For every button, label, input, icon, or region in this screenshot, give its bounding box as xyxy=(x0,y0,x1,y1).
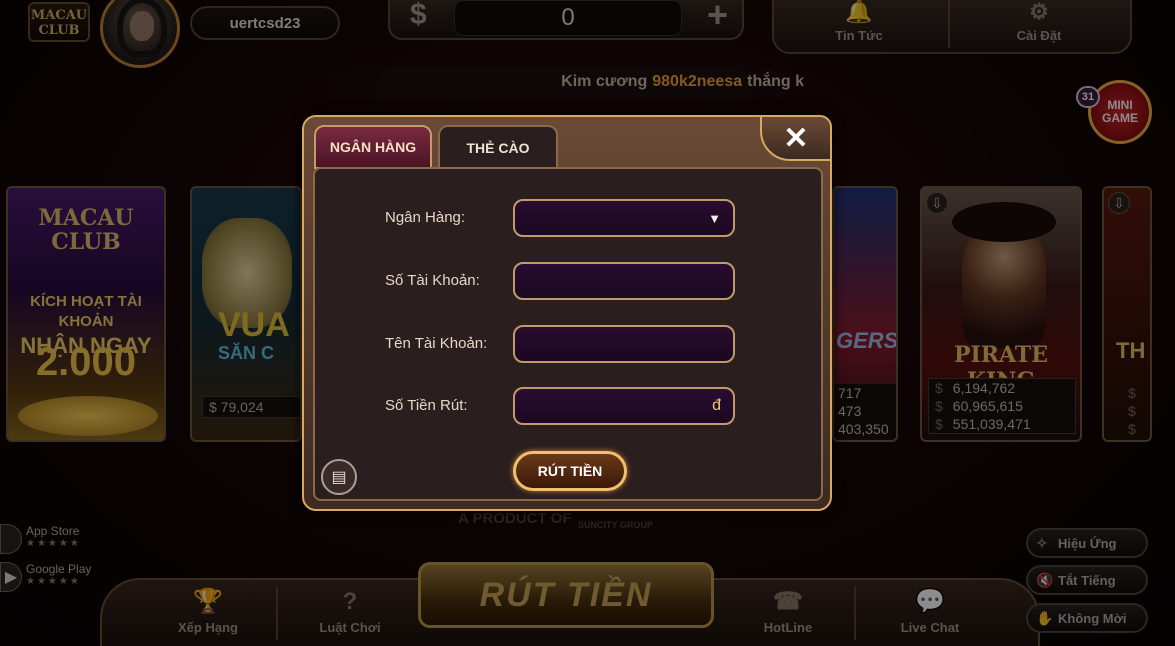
history-icon[interactable]: ▤ xyxy=(321,459,357,495)
tab-card[interactable]: THẺ CÀO xyxy=(438,125,558,169)
account-number-input[interactable] xyxy=(513,262,735,300)
close-icon: ✕ xyxy=(783,121,809,155)
account-number-row: Số Tài Khoản: xyxy=(315,262,825,302)
currency-suffix: đ xyxy=(712,397,721,414)
modal-body: Ngân Hàng: ▼ Số Tài Khoản: Tên Tài Khoản… xyxy=(313,167,823,501)
account-name-label: Tên Tài Khoản: xyxy=(385,335,488,352)
amount-row: Số Tiền Rút: đ xyxy=(315,387,825,427)
account-number-label: Số Tài Khoản: xyxy=(385,272,480,289)
amount-input[interactable]: đ xyxy=(513,387,735,425)
account-name-input[interactable] xyxy=(513,325,735,363)
amount-label: Số Tiền Rút: xyxy=(385,397,468,414)
chevron-down-icon: ▼ xyxy=(708,210,721,226)
close-button[interactable]: ✕ xyxy=(760,115,832,161)
withdraw-modal: NGÂN HÀNG THẺ CÀO ✕ Ngân Hàng: ▼ Số Tài … xyxy=(302,115,832,511)
bank-select[interactable]: ▼ xyxy=(513,199,735,237)
tab-bank[interactable]: NGÂN HÀNG xyxy=(314,125,432,169)
withdraw-submit-button[interactable]: RÚT TIỀN xyxy=(513,451,627,491)
bank-row: Ngân Hàng: ▼ xyxy=(315,199,825,239)
bank-label: Ngân Hàng: xyxy=(385,209,466,226)
account-name-row: Tên Tài Khoản: xyxy=(315,325,825,365)
